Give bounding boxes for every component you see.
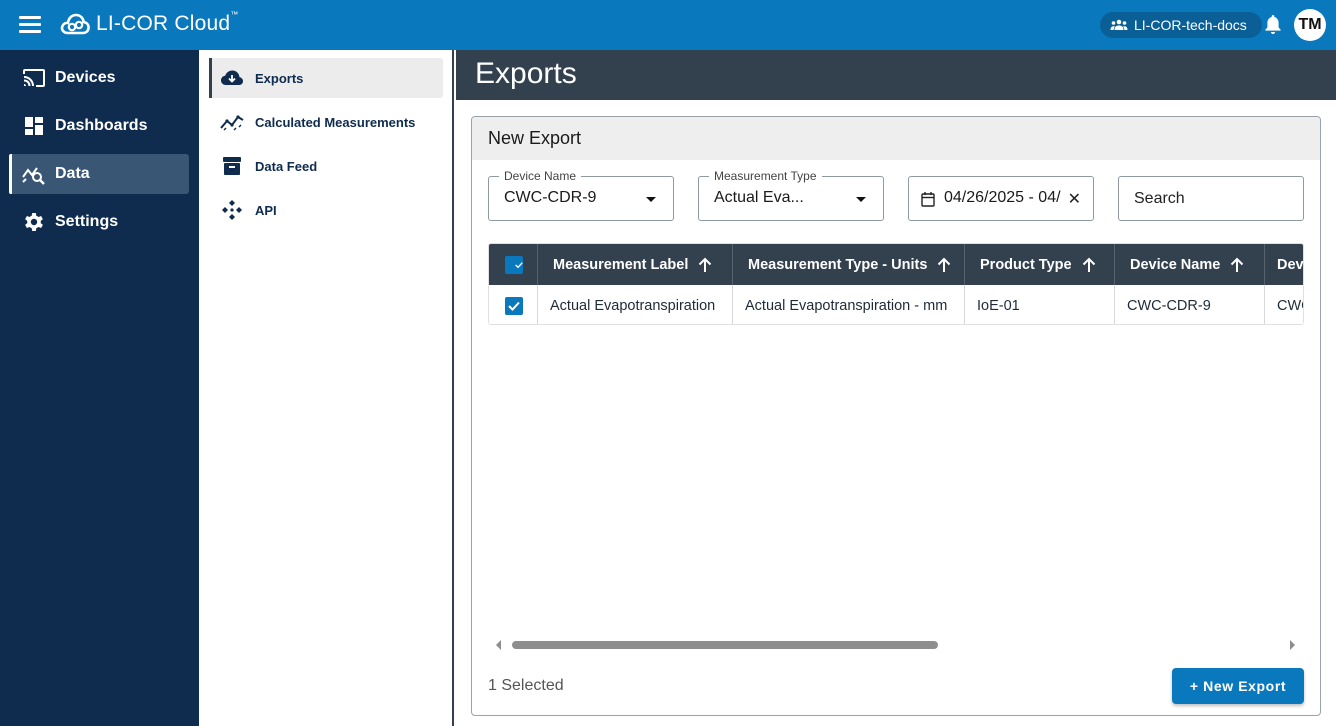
sort-arrow-up-icon — [1082, 257, 1095, 272]
date-range-picker[interactable]: 04/26/2025 - 04/ ✕ — [908, 176, 1094, 221]
search-input[interactable] — [1119, 177, 1303, 220]
sort-arrow-up-icon — [1231, 257, 1244, 272]
sort-arrow-up-icon — [938, 257, 951, 272]
subnav-item-label: Data Feed — [255, 158, 318, 174]
horizontal-scrollbar[interactable] — [488, 633, 1308, 653]
clear-date-icon[interactable]: ✕ — [1068, 189, 1081, 209]
subnav-item-exports[interactable]: Exports — [209, 58, 443, 98]
chevron-down-icon — [646, 197, 656, 202]
sidebar-item-data[interactable]: Data — [9, 154, 189, 194]
subnav-item-label: Calculated Measurements — [255, 114, 416, 130]
date-range-value: 04/26/2025 - 04/ — [944, 189, 1061, 206]
cast-icon — [20, 68, 48, 88]
primary-sidebar: Devices Dashboards Data Settings — [0, 50, 199, 726]
gear-icon — [20, 211, 48, 233]
column-header-product-type[interactable]: Product Type — [965, 244, 1115, 285]
secondary-sidebar: Exports Calculated Measurements Data Fee… — [199, 50, 454, 726]
column-header-measurement-label[interactable]: Measurement Label — [538, 244, 733, 285]
archive-box-icon — [219, 156, 245, 176]
cell-measurement-type-units: Actual Evapotranspiration - mm — [733, 285, 965, 324]
organization-name: LI-COR-tech-docs — [1134, 17, 1247, 33]
subnav-item-label: API — [255, 202, 277, 218]
new-export-button[interactable]: + New Export — [1172, 668, 1304, 704]
subnav-item-data-feed[interactable]: Data Feed — [209, 146, 443, 186]
data-analytics-icon — [20, 163, 48, 185]
sort-arrow-up-icon — [699, 257, 712, 272]
subnav-item-calculated-measurements[interactable]: Calculated Measurements — [209, 102, 443, 142]
line-chart-icon — [219, 113, 245, 131]
top-bar: LI-COR Cloud™ LI-COR-tech-docs TM — [0, 0, 1336, 50]
subnav-item-label: Exports — [255, 70, 304, 86]
table-header: Measurement Label Measurement Type - Uni… — [489, 244, 1303, 285]
search-field[interactable] — [1118, 176, 1304, 221]
measurement-type-value: Actual Eva... — [714, 189, 804, 206]
device-name-label: Device Name — [499, 169, 582, 183]
table-row[interactable]: Actual Evapotranspiration Actual Evapotr… — [489, 285, 1303, 324]
sidebar-item-settings[interactable]: Settings — [9, 202, 189, 242]
user-avatar[interactable]: TM — [1294, 9, 1326, 41]
subnav-item-api[interactable]: API — [209, 190, 443, 230]
organization-selector[interactable]: LI-COR-tech-docs — [1100, 12, 1262, 38]
sidebar-item-label: Dashboards — [55, 117, 148, 134]
cell-measurement-label: Actual Evapotranspiration — [538, 285, 733, 324]
sidebar-item-devices[interactable]: Devices — [9, 58, 189, 98]
device-name-select[interactable]: Device Name CWC-CDR-9 — [488, 169, 674, 221]
page-header: Exports — [456, 50, 1336, 100]
chevron-down-icon — [856, 197, 866, 202]
checkmark-icon — [508, 301, 520, 311]
measurement-type-select[interactable]: Measurement Type Actual Eva... — [698, 169, 884, 221]
device-name-value: CWC-CDR-9 — [504, 189, 597, 206]
cloud-logo-icon — [60, 13, 90, 35]
scroll-right-icon[interactable] — [1290, 640, 1295, 650]
row-checkbox[interactable] — [505, 296, 523, 315]
column-header-measurement-type-units[interactable]: Measurement Type - Units — [733, 244, 965, 285]
cloud-download-icon — [219, 69, 245, 87]
sidebar-item-label: Data — [55, 165, 90, 182]
cell-device: CWC — [1265, 285, 1303, 324]
brand-logo[interactable]: LI-COR Cloud™ — [60, 10, 239, 37]
scrollbar-thumb[interactable] — [512, 641, 938, 649]
notifications-bell-icon[interactable] — [1264, 14, 1282, 40]
trademark-mark: ™ — [230, 10, 239, 19]
measurement-type-label: Measurement Type — [709, 169, 822, 183]
scroll-left-icon[interactable] — [496, 640, 501, 650]
group-icon — [1110, 19, 1128, 30]
menu-icon[interactable] — [19, 16, 41, 34]
selected-count: 1 Selected — [488, 677, 564, 694]
brand-name: LI-COR Cloud — [96, 12, 231, 35]
column-header-device[interactable]: Devi — [1265, 244, 1303, 285]
select-all-checkbox[interactable] — [505, 255, 523, 274]
measurements-table: Measurement Label Measurement Type - Uni… — [488, 243, 1304, 325]
sidebar-item-label: Devices — [55, 69, 116, 86]
checkmark-icon — [515, 261, 523, 268]
sidebar-item-label: Settings — [55, 213, 119, 230]
cell-product-type: IoE-01 — [965, 285, 1115, 324]
card-title: New Export — [472, 117, 1320, 160]
cell-device-name: CWC-CDR-9 — [1115, 285, 1265, 324]
select-all-cell — [489, 244, 538, 285]
sidebar-item-dashboards[interactable]: Dashboards — [9, 106, 189, 146]
page-title: Exports — [475, 57, 577, 90]
dashboard-icon — [20, 116, 48, 136]
api-icon — [219, 199, 245, 221]
column-header-device-name[interactable]: Device Name — [1115, 244, 1265, 285]
new-export-card: New Export Device Name CWC-CDR-9 Measure… — [471, 116, 1321, 716]
calendar-icon — [921, 191, 935, 212]
row-select-cell — [489, 285, 538, 324]
